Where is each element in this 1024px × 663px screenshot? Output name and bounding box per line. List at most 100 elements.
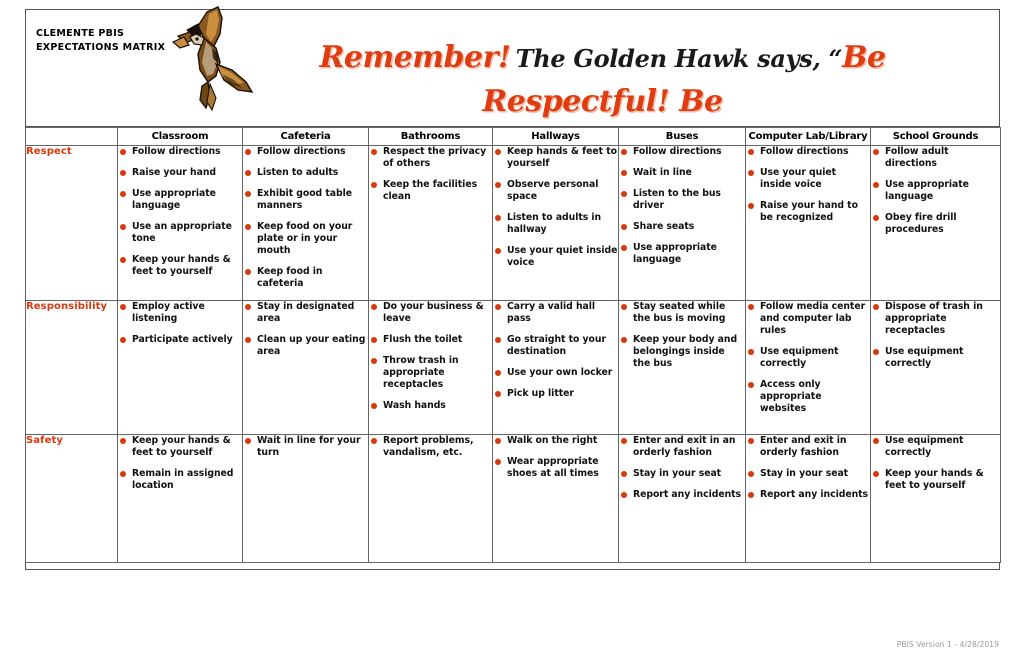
rule-item: Stay in your seat (619, 468, 745, 480)
cell-respect-bathrooms: Respect the privacy of others Keep the fa… (368, 145, 493, 301)
rule-item: Access only appropriate websites (746, 379, 870, 415)
rule-list: Follow directions Wait in line Listen to t… (619, 146, 745, 266)
column-header-bathrooms: Bathrooms (368, 127, 493, 146)
rule-item: Do your business & leave (369, 301, 492, 325)
column-header-classroom: Classroom (117, 127, 243, 146)
column-header-school-grounds: School Grounds (870, 127, 1001, 146)
rule-list: Follow media center and computer lab rul… (746, 301, 870, 415)
cell-respect-hallways: Keep hands & feet to yourself Observe per… (492, 145, 619, 301)
rule-item: Walk on the right (493, 435, 618, 447)
rule-item: Use appropriate language (118, 188, 242, 212)
rule-item: Wait in line for your turn (243, 435, 368, 459)
rule-item: Use your own locker (493, 367, 618, 379)
banner-remember-text: Remember! (319, 40, 511, 75)
rule-item: Follow directions (746, 146, 870, 158)
banner-says-text: The Golden Hawk says, “ (515, 44, 843, 73)
cell-responsibility-computer-lab-library: Follow media center and computer lab rul… (745, 300, 871, 435)
cell-respect-computer-lab-library: Follow directions Use your quiet inside v… (745, 145, 871, 301)
rule-list: Stay in designated area Clean up your eat… (243, 301, 368, 358)
rule-item: Keep the facilities clean (369, 179, 492, 203)
cell-safety-cafeteria: Wait in line for your turn (242, 434, 369, 563)
cell-respect-cafeteria: Follow directions Listen to adults Exhibit… (242, 145, 369, 301)
rule-list: Follow directions Use your quiet inside v… (746, 146, 870, 224)
rule-item: Obey fire drill procedures (871, 212, 1000, 236)
rule-item: Follow adult directions (871, 146, 1000, 170)
rule-item: Report problems, vandalism, etc. (369, 435, 492, 459)
rule-item: Follow media center and computer lab rul… (746, 301, 870, 337)
rule-item: Stay in designated area (243, 301, 368, 325)
row-label-responsibility: Responsibility (25, 300, 118, 435)
footer-version-text: PBIS Version 1 - 4/28/2019 (896, 640, 999, 649)
rule-list: Follow directions Raise your hand Use appr… (118, 146, 242, 278)
rule-item: Keep food in cafeteria (243, 266, 368, 290)
rule-item: Pick up litter (493, 388, 618, 400)
rule-item: Keep your hands & feet to yourself (118, 254, 242, 278)
rule-item: Participate actively (118, 334, 242, 346)
column-header-cafeteria: Cafeteria (242, 127, 369, 146)
rule-item: Use equipment correctly (871, 435, 1000, 459)
cell-responsibility-cafeteria: Stay in designated area Clean up your eat… (242, 300, 369, 435)
rule-item: Clean up your eating area (243, 334, 368, 358)
cell-safety-school-grounds: Use equipment correctly Keep your hands &… (870, 434, 1001, 563)
rule-item: Keep food on your plate or in your mouth (243, 221, 368, 257)
rule-item: Raise your hand (118, 167, 242, 179)
cell-responsibility-bathrooms: Do your business & leave Flush the toilet… (368, 300, 493, 435)
rule-item: Use your quiet inside voice (746, 167, 870, 191)
rule-list: Enter and exit in an orderly fashion Stay… (619, 435, 745, 501)
rule-item: Listen to adults in hallway (493, 212, 618, 236)
expectations-matrix-table: Classroom Cafeteria Bathrooms Hallways B… (25, 127, 1001, 563)
rule-list: Carry a valid hall pass Go straight to yo… (493, 301, 618, 400)
rule-item: Wait in line (619, 167, 745, 179)
banner-line-1: Remember! The Golden Hawk says, “Be Resp… (230, 38, 975, 126)
rule-item: Report any incidents (746, 489, 870, 501)
rule-list: Dispose of trash in appropriate receptac… (871, 301, 1000, 370)
rule-item: Keep your body and belongings inside the… (619, 334, 745, 370)
rule-item: Use equipment correctly (746, 346, 870, 370)
rule-item: Exhibit good table manners (243, 188, 368, 212)
rule-item: Report any incidents (619, 489, 745, 501)
rule-item: Remain in assigned location (118, 468, 242, 492)
cell-safety-hallways: Walk on the right Wear appropriate shoes … (492, 434, 619, 563)
row-label-safety: Safety (25, 434, 118, 563)
cell-respect-buses: Follow directions Wait in line Listen to t… (618, 145, 746, 301)
pbis-expectations-matrix-page: CLEMENTE PBIS EXPECTATIONS MATRIX Rememb… (0, 0, 1024, 663)
rule-item: Wash hands (369, 400, 492, 412)
rule-item: Use an appropriate tone (118, 221, 242, 245)
rule-item: Stay in your seat (746, 468, 870, 480)
rule-list: Use equipment correctly Keep your hands &… (871, 435, 1000, 492)
column-header-computer-lab-library: Computer Lab/Library (745, 127, 871, 146)
rule-list: Stay seated while the bus is moving Keep … (619, 301, 745, 370)
rule-list: Keep hands & feet to yourself Observe per… (493, 146, 618, 269)
rule-item: Stay seated while the bus is moving (619, 301, 745, 325)
cell-safety-computer-lab-library: Enter and exit in orderly fashion Stay in… (745, 434, 871, 563)
rule-item: Follow directions (118, 146, 242, 158)
cell-safety-classroom: Keep your hands & feet to yourself Remain… (117, 434, 243, 563)
rule-item: Keep your hands & feet to yourself (118, 435, 242, 459)
rule-item: Observe personal space (493, 179, 618, 203)
cell-responsibility-school-grounds: Dispose of trash in appropriate receptac… (870, 300, 1001, 435)
rule-list: Employ active listening Participate activ… (118, 301, 242, 346)
row-label-respect: Respect (25, 145, 118, 301)
rule-item: Enter and exit in an orderly fashion (619, 435, 745, 459)
rule-item: Use appropriate language (871, 179, 1000, 203)
rule-item: Use appropriate language (619, 242, 745, 266)
rule-item: Keep your hands & feet to yourself (871, 468, 1000, 492)
cell-responsibility-hallways: Carry a valid hall pass Go straight to yo… (492, 300, 619, 435)
matrix-row-respect: Respect Follow directions Raise your hand… (25, 145, 1001, 301)
cell-responsibility-classroom: Employ active listening Participate activ… (117, 300, 243, 435)
rule-item: Enter and exit in orderly fashion (746, 435, 870, 459)
rule-item: Keep hands & feet to yourself (493, 146, 618, 170)
rule-item: Carry a valid hall pass (493, 301, 618, 325)
cell-safety-buses: Enter and exit in an orderly fashion Stay… (618, 434, 746, 563)
rule-item: Throw trash in appropriate receptacles (369, 355, 492, 391)
rule-list: Report problems, vandalism, etc. (369, 435, 492, 459)
matrix-row-safety: Safety Keep your hands & feet to yoursel… (25, 434, 1001, 563)
rule-item: Listen to adults (243, 167, 368, 179)
rule-list: Walk on the right Wear appropriate shoes … (493, 435, 618, 480)
cell-respect-school-grounds: Follow adult directions Use appropriate l… (870, 145, 1001, 301)
cell-responsibility-buses: Stay seated while the bus is moving Keep … (618, 300, 746, 435)
rule-item: Wear appropriate shoes at all times (493, 456, 618, 480)
rule-item: Use equipment correctly (871, 346, 1000, 370)
matrix-corner-header (25, 127, 118, 146)
rule-list: Follow directions Listen to adults Exhibit… (243, 146, 368, 290)
